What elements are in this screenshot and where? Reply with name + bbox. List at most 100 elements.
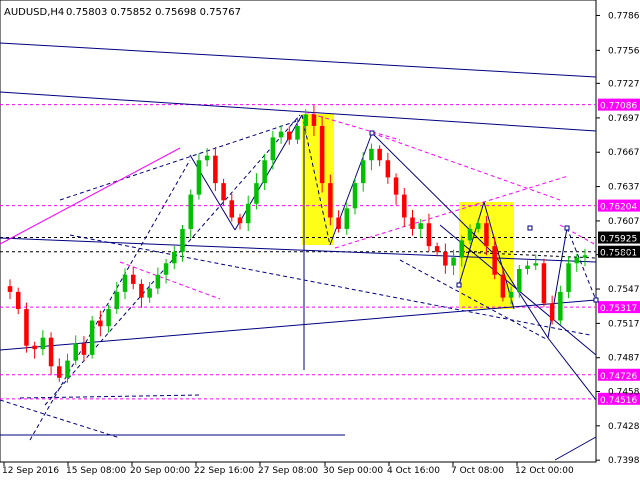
candle-body [32, 345, 37, 350]
candle-body [467, 228, 473, 241]
candle-body [15, 291, 21, 310]
candle-body [262, 160, 267, 184]
y-tick-label: 0.76070 [608, 217, 640, 227]
level-label: 0.76204 [600, 203, 637, 213]
y-tick-label: 0.76670 [608, 148, 640, 158]
candle-body [57, 366, 62, 378]
candle-body [426, 223, 432, 247]
candle-body [114, 291, 120, 310]
x-tick-label: 7 Oct 08:00 [451, 466, 504, 476]
y-tick-label: 0.75175 [608, 319, 640, 329]
candle-body [163, 263, 169, 275]
level-label: 0.75925 [600, 235, 637, 245]
anchor-point [456, 282, 462, 288]
candle-body [106, 309, 111, 327]
candle-body [130, 274, 136, 284]
candle-body [402, 194, 407, 218]
price-chart: 0.770860.762040.759250.758010.753170.747… [0, 0, 640, 480]
candle-body [574, 257, 580, 264]
x-tick-label: 12 Oct 00:00 [515, 466, 574, 476]
candle-body [213, 155, 218, 184]
x-tick-label: 20 Sep 00:00 [130, 466, 190, 476]
candle-body [254, 183, 259, 204]
candle-body [155, 274, 161, 289]
candle-body [377, 148, 382, 161]
candle-body [319, 125, 325, 184]
anchor-point [593, 297, 599, 303]
candle-body [89, 320, 95, 355]
x-tick-label: 12 Sep 2016 [2, 466, 59, 476]
y-tick-label: 0.77865 [608, 11, 640, 21]
candle-body [385, 160, 391, 178]
candle-body [459, 240, 465, 258]
ohlc-readout: 0.75803 0.75852 0.75698 0.75767 [66, 7, 241, 18]
candle-body [245, 203, 251, 224]
candle-body [7, 286, 13, 292]
level-label: 0.75317 [600, 304, 637, 314]
candle-body [303, 114, 308, 126]
candle-body [549, 303, 555, 321]
level-label: 0.77086 [600, 102, 637, 112]
candle-body [180, 228, 185, 252]
y-tick-label: 0.74580 [608, 387, 640, 397]
candle-body [221, 183, 226, 201]
candle-body [196, 160, 202, 195]
y-tick-label: 0.76970 [608, 114, 640, 124]
candle-body [525, 265, 530, 270]
candle-body [582, 255, 588, 258]
y-tick-label: 0.77560 [608, 46, 640, 56]
candle-body [139, 283, 144, 298]
candle-body [48, 337, 54, 367]
level-label: 0.74726 [600, 372, 637, 382]
candle-body [558, 291, 563, 321]
candle-body [237, 217, 243, 224]
candle-body [517, 269, 522, 292]
candle-body [188, 194, 193, 229]
candle-body [311, 114, 317, 126]
candle-body [566, 263, 571, 292]
y-tick-label: 0.75475 [608, 285, 640, 295]
x-tick-label: 22 Sep 16:00 [194, 466, 254, 476]
x-tick-label: 4 Oct 16:00 [387, 466, 440, 476]
candle-body [24, 309, 29, 346]
candle-body [484, 223, 489, 247]
y-tick-label: 0.77272 [608, 79, 640, 89]
candle-body [204, 155, 210, 161]
highlight-zone [302, 114, 334, 245]
candle-body [270, 137, 276, 161]
x-tick-label: 30 Sep 00:00 [323, 466, 383, 476]
candle-body [500, 274, 506, 298]
candle-body [360, 160, 366, 184]
candle-body [147, 288, 152, 298]
candle-body [172, 251, 177, 264]
candle-body [40, 337, 46, 350]
candle-body [328, 183, 333, 218]
candle-body [81, 343, 87, 355]
anchor-point [527, 225, 533, 231]
anchor-point [564, 225, 570, 231]
candle-body [65, 360, 70, 378]
chart-area: 0.77086 0.76204 0.75925 0.75801 0.75317 0.747… [0, 0, 640, 480]
candle-body [287, 131, 292, 140]
candle-body [278, 131, 284, 138]
x-tick-label: 27 Sep 08:00 [258, 466, 318, 476]
candle-body [295, 125, 300, 140]
anchor-point [369, 130, 375, 136]
candle-body [352, 183, 358, 209]
candle-body [73, 343, 78, 361]
symbol-label: AUDUSD,H4 [4, 7, 64, 18]
candle-body [369, 148, 374, 161]
y-tick-label: 0.74280 [608, 422, 640, 432]
candle-body [410, 217, 415, 229]
candle-body [508, 291, 514, 298]
y-tick-label: 0.76370 [608, 183, 640, 193]
candle-body [393, 177, 399, 195]
x-tick-label: 15 Sep 08:00 [66, 466, 126, 476]
candle-body [418, 223, 423, 229]
candle-body [336, 217, 341, 229]
candle-body [541, 263, 547, 304]
y-tick-label: 0.74875 [608, 354, 640, 364]
candle-body [344, 208, 350, 229]
candle-body [492, 246, 497, 275]
candle-body [533, 263, 538, 266]
